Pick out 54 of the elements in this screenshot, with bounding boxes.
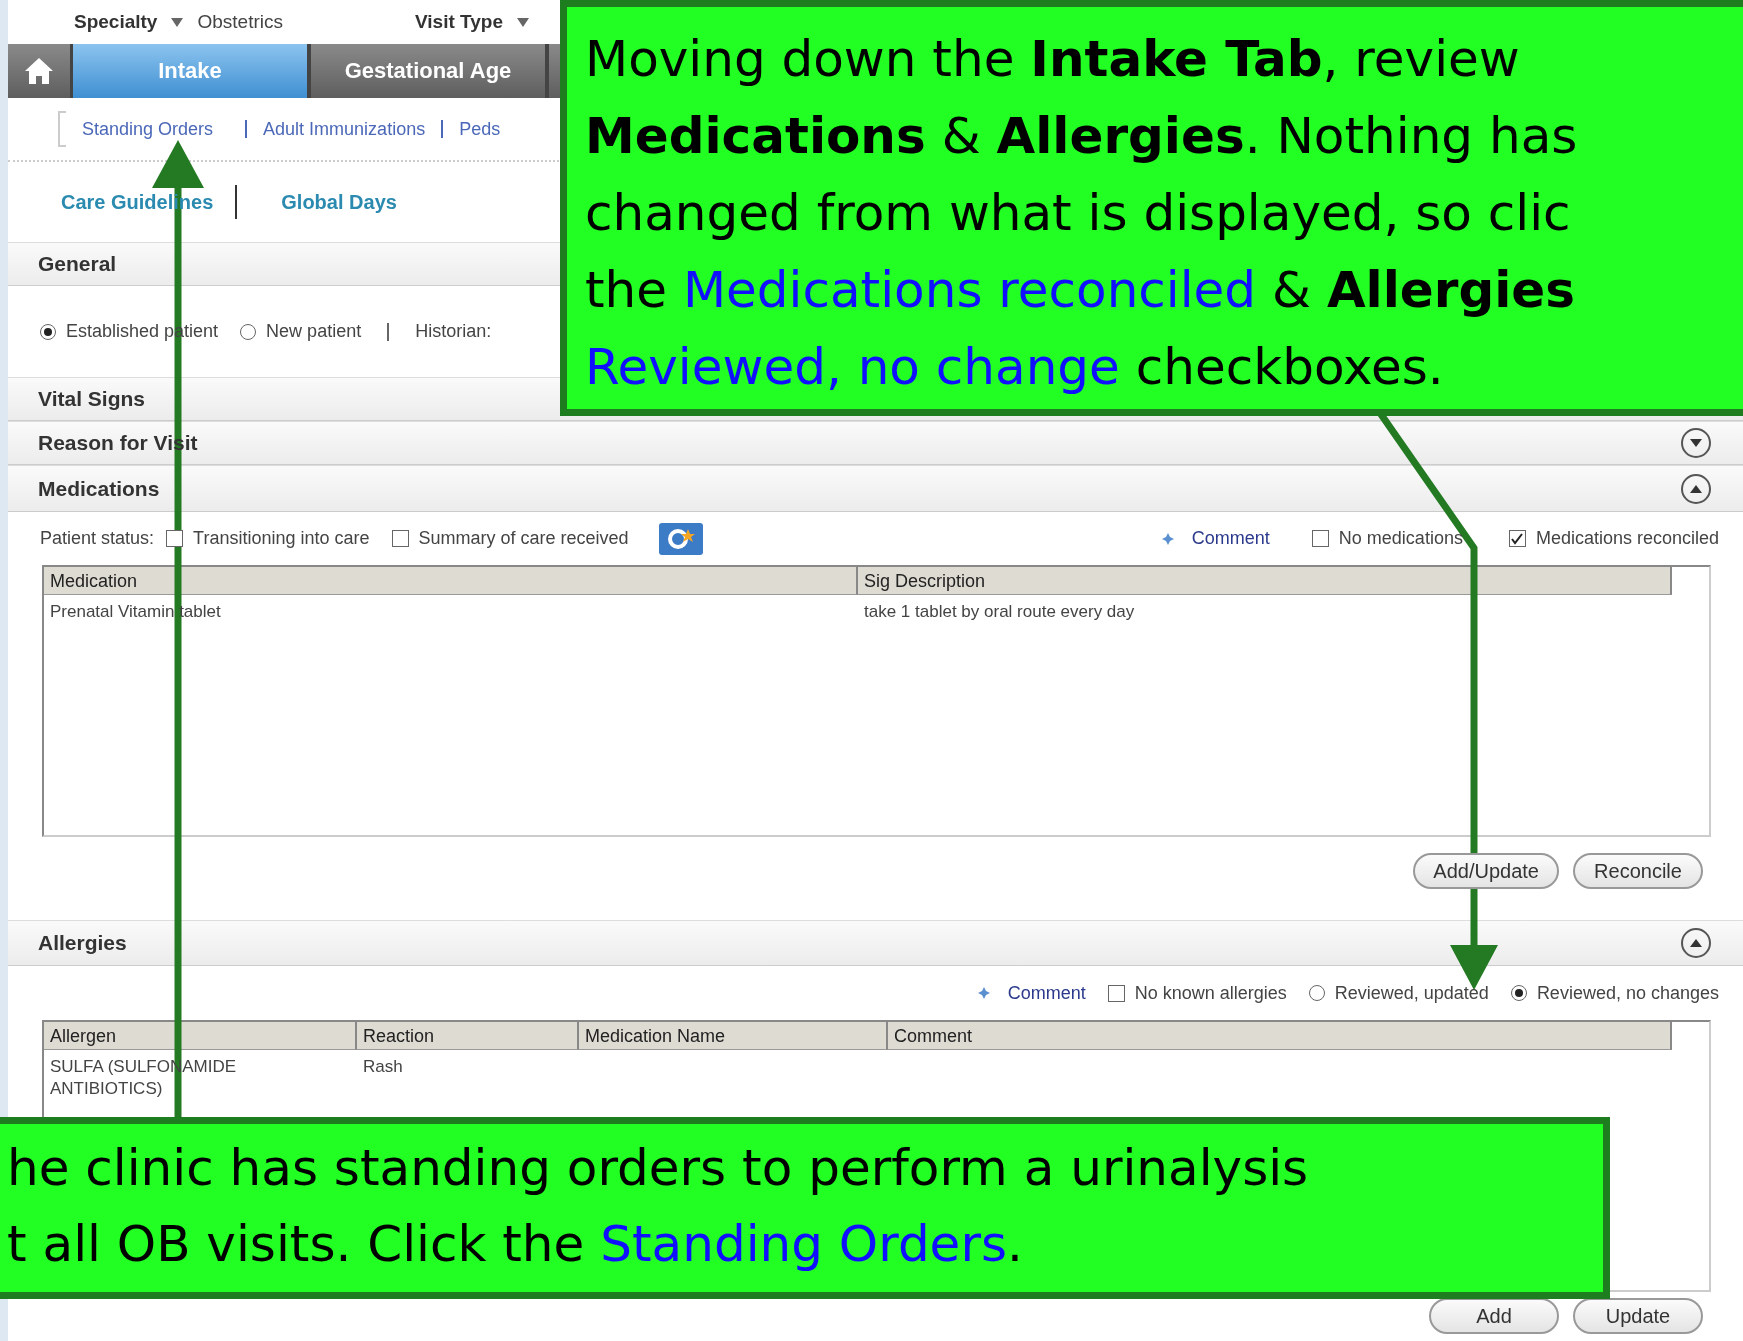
section-header[interactable]: Allergies	[8, 920, 1743, 966]
section-title: Medications	[38, 476, 160, 501]
nav-link[interactable]: Adult Immunizations	[263, 118, 426, 140]
expand-icon[interactable]	[1681, 428, 1711, 458]
table-cell-text: take 1 tablet by oral route every day	[863, 601, 1136, 623]
caret-icon[interactable]	[516, 17, 529, 27]
checkbox-label: No known allergies	[1134, 982, 1287, 1004]
column-header[interactable]: Allergen	[44, 1022, 357, 1050]
action-button[interactable]: Reconcile	[1573, 853, 1703, 889]
caret-icon[interactable]	[171, 17, 184, 27]
checkbox[interactable]	[1508, 530, 1526, 547]
radio-option[interactable]: New patient	[240, 321, 362, 342]
checkbox-label: Medications reconciled	[1535, 528, 1719, 549]
action-button[interactable]: Add/Update	[1413, 853, 1559, 889]
nav-link[interactable]: Standing Orders	[82, 118, 214, 140]
radio-label: Reviewed, no changes	[1536, 982, 1719, 1004]
app-icon[interactable]	[658, 522, 703, 555]
field-label: Patient status:	[40, 528, 155, 549]
section-header[interactable]: Medications	[8, 465, 1743, 512]
column-header[interactable]: Reaction	[357, 1022, 579, 1050]
checkbox[interactable]	[1311, 530, 1329, 547]
section-title: General	[38, 252, 117, 276]
sparkle-icon	[977, 987, 990, 999]
checkbox[interactable]	[391, 530, 409, 547]
field-label: Visit Type	[414, 11, 503, 33]
annotation-text: Moving down the Intake Tab, review Medications & Allergies. Nothing has changed from what is displayed, so clic the Medications reconciled & Allergies Reviewed, no change checkboxes.	[585, 29, 1579, 398]
comment-link[interactable]: Comment	[1007, 982, 1086, 1004]
field-value: Obstetrics	[197, 11, 283, 33]
bracket-icon	[58, 111, 66, 147]
checkbox[interactable]	[1107, 984, 1125, 1002]
collapse-icon[interactable]	[1681, 473, 1711, 504]
checkbox[interactable]	[166, 530, 184, 547]
column-header[interactable]: Sig Description	[858, 567, 1672, 595]
sparkle-icon	[1161, 532, 1174, 545]
collapse-icon[interactable]	[1681, 928, 1711, 958]
action-button[interactable]: Update	[1573, 1298, 1703, 1334]
checkbox-label: No medications	[1338, 528, 1463, 549]
column-header[interactable]: Medication Name	[579, 1022, 888, 1050]
column-header[interactable]: Medication	[44, 567, 858, 595]
checkbox-label: Transitioning into care	[193, 528, 370, 549]
nav-link[interactable]: Global Days	[281, 190, 397, 214]
table-cell-text: Rash	[362, 1056, 404, 1078]
checkbox-label: Summary of care received	[418, 528, 629, 549]
radio-label: Reviewed, updated	[1334, 982, 1489, 1004]
home-icon	[24, 57, 54, 85]
annotation-text: he clinic has standing orders to perform a urinalysis t all OB visits. Click the Standing Orders.	[7, 1138, 1310, 1275]
section-title: Allergies	[38, 931, 127, 955]
column-header[interactable]: Comment	[888, 1022, 1672, 1050]
field-label: Historian:	[415, 321, 492, 342]
field-label: Specialty	[74, 11, 158, 33]
comment-link[interactable]: Comment	[1191, 528, 1270, 549]
action-button[interactable]: Add	[1429, 1298, 1559, 1334]
nav-link[interactable]: Peds	[459, 118, 501, 140]
section-title: Vital Signs	[38, 387, 145, 411]
